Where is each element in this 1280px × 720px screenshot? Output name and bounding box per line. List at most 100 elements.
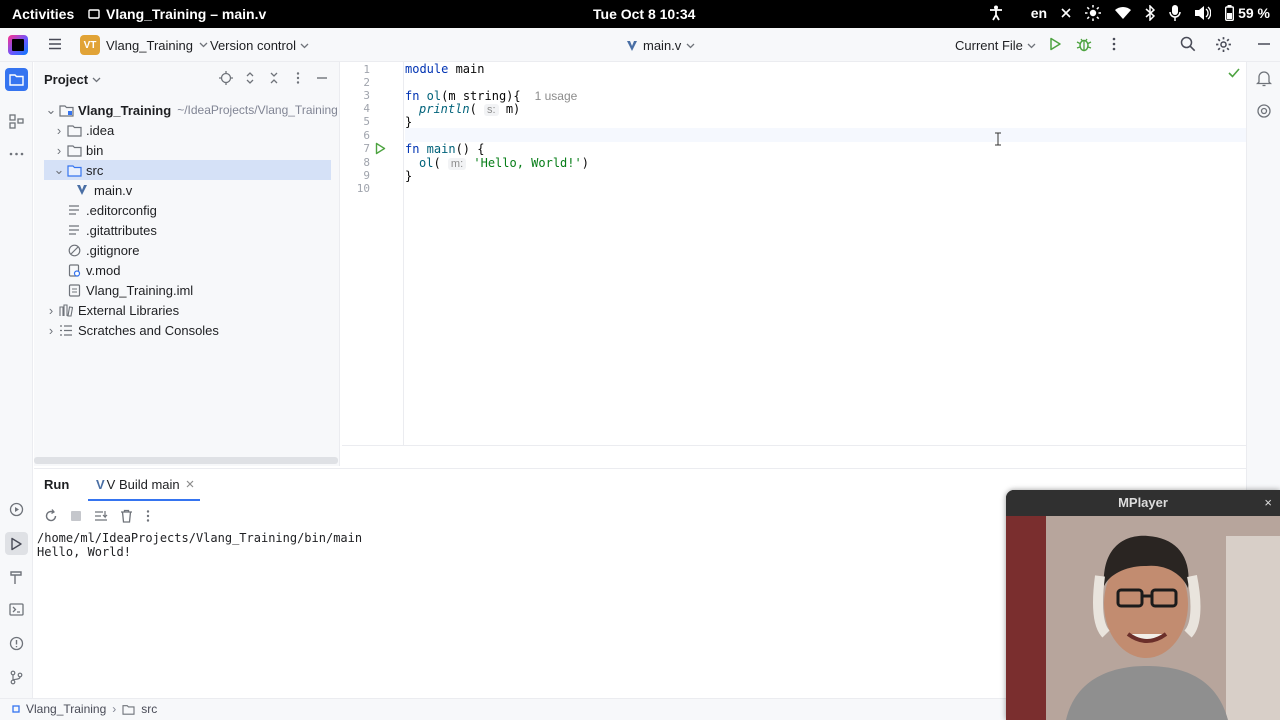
system-top-bar: Activities Vlang_Training – main.v Tue O… [0, 0, 1280, 28]
clear-trash-icon[interactable] [120, 509, 133, 523]
tree-item-label: External Libraries [78, 302, 180, 318]
version-control-widget[interactable]: Version control [210, 38, 309, 53]
system-tray[interactable]: en 59 % [989, 5, 1270, 21]
chevron-down-icon[interactable]: ⌄ [44, 102, 58, 118]
project-tool-button[interactable] [5, 68, 28, 91]
run-tab-v-build-main[interactable]: V V Build main [88, 469, 200, 501]
git-tool-button[interactable] [5, 666, 28, 689]
code-line-7: fn main() { [405, 142, 484, 156]
line-number: 1 [363, 63, 370, 76]
tree-item-gitattributes[interactable]: .gitattributes [66, 220, 157, 240]
breadcrumb-src[interactable]: src [141, 702, 157, 716]
line-number: 9 [363, 169, 370, 182]
more-vertical-icon[interactable] [291, 71, 305, 85]
run-configuration-label: Current File [955, 38, 1023, 53]
tree-item-label: bin [86, 142, 104, 158]
tree-item-label: v.mod [86, 262, 121, 278]
function-name: main [419, 142, 456, 156]
tree-item-label: .idea [86, 122, 115, 138]
search-icon[interactable] [1180, 36, 1196, 52]
code-editor[interactable]: 1 2 3 4 5 6 7 8 9 10 module main fn ol(m… [342, 62, 1246, 466]
close-icon[interactable] [1061, 8, 1071, 18]
horizontal-scrollbar[interactable] [34, 457, 338, 464]
current-file-widget[interactable]: main.v [626, 38, 695, 53]
tree-root-vlang-training[interactable]: ⌄ Vlang_Training ~/IdeaProjects/Vlang_Tr… [44, 100, 338, 120]
run-console-output[interactable]: /home/ml/IdeaProjects/Vlang_Training/bin… [37, 531, 362, 559]
run-icon[interactable] [1047, 36, 1063, 52]
more-vertical-icon[interactable] [145, 509, 151, 523]
chevron-right-icon[interactable]: › [44, 323, 58, 338]
project-widget[interactable]: VT Vlang_Training [80, 35, 208, 55]
usage-hint[interactable]: 1 usage [535, 89, 578, 103]
tree-item-src[interactable]: ⌄ src [44, 160, 331, 180]
code-line-4: println( s: m) [419, 102, 520, 116]
locate-file-icon[interactable] [219, 71, 233, 85]
code-text: ) [581, 156, 589, 170]
tree-item-v-mod[interactable]: v.mod [66, 260, 120, 280]
hide-panel-icon[interactable] [315, 71, 329, 85]
chevron-down-icon [199, 42, 208, 48]
run-configuration-selector[interactable]: Current File [955, 38, 1036, 53]
ignore-file-icon [66, 242, 82, 258]
run-panel-title: Run [44, 477, 70, 492]
terminal-tool-button[interactable] [5, 598, 28, 621]
tree-item-editorconfig[interactable]: .editorconfig [66, 200, 157, 220]
chevron-right-icon[interactable]: › [52, 143, 66, 158]
expand-all-icon[interactable] [243, 71, 257, 85]
parameter-hint: s: [484, 104, 499, 116]
mplayer-window[interactable]: MPlayer × [1006, 490, 1280, 720]
main-menu-icon[interactable] [47, 36, 63, 52]
tree-item-gitignore[interactable]: .gitignore [66, 240, 139, 260]
services-tool-button[interactable] [5, 498, 28, 521]
line-number: 5 [363, 115, 370, 128]
battery-indicator[interactable]: 59 % [1225, 5, 1270, 21]
settings-gear-icon[interactable] [1215, 36, 1232, 53]
accessibility-icon[interactable] [989, 5, 1003, 21]
editor-gutter[interactable]: 1 2 3 4 5 6 7 8 9 10 [342, 62, 404, 445]
build-tool-button[interactable] [5, 566, 28, 589]
chevron-down-icon[interactable]: ⌄ [52, 162, 66, 178]
chevron-right-icon[interactable]: › [52, 123, 66, 138]
clock[interactable]: Tue Oct 8 10:34 [593, 6, 695, 22]
no-problems-check-icon[interactable] [1228, 68, 1240, 78]
battery-percent: 59 % [1238, 5, 1270, 21]
ide-logo-icon[interactable] [8, 35, 28, 55]
stop-icon[interactable] [70, 510, 82, 522]
folder-icon [66, 122, 82, 138]
tree-item-label: Scratches and Consoles [78, 322, 219, 338]
tree-item-iml[interactable]: Vlang_Training.iml [66, 280, 193, 300]
tree-item-external-libraries[interactable]: › External Libraries [44, 300, 179, 320]
breadcrumb-project[interactable]: Vlang_Training [26, 702, 106, 716]
tree-item-scratches[interactable]: › Scratches and Consoles [44, 320, 219, 340]
iml-file-icon [66, 282, 82, 298]
line-number: 2 [363, 76, 370, 89]
line-number: 4 [363, 102, 370, 115]
project-badge: VT [80, 35, 100, 55]
chevron-right-icon[interactable]: › [44, 303, 58, 318]
scroll-to-end-icon[interactable] [94, 509, 108, 523]
project-view-selector[interactable]: Project [44, 72, 101, 87]
window-minimize-icon[interactable] [1256, 36, 1270, 52]
close-tab-icon[interactable] [186, 480, 194, 488]
notifications-bell-icon[interactable] [1256, 70, 1272, 87]
activities-button[interactable]: Activities [12, 6, 74, 22]
mplayer-close-button[interactable]: × [1264, 495, 1272, 510]
app-menu[interactable]: Vlang_Training – main.v [88, 6, 266, 22]
rerun-icon[interactable] [44, 509, 58, 523]
string-literal: 'Hello, World!' [466, 156, 582, 170]
gutter-run-icon[interactable] [374, 142, 387, 155]
debug-icon[interactable] [1076, 36, 1092, 52]
run-tool-button[interactable] [5, 532, 28, 555]
line-number: 8 [363, 156, 370, 169]
tree-item-bin[interactable]: › bin [52, 140, 104, 160]
more-vertical-icon[interactable] [1106, 36, 1122, 52]
tree-item-idea[interactable]: › .idea [52, 120, 114, 140]
collapse-all-icon[interactable] [267, 71, 281, 85]
code-line-1: module main [405, 62, 484, 76]
keyboard-layout[interactable]: en [1031, 5, 1047, 21]
more-tools-button[interactable] [5, 142, 28, 165]
tree-item-main-v[interactable]: main.v [74, 180, 132, 200]
problems-tool-button[interactable] [5, 632, 28, 655]
ai-assistant-icon[interactable] [1256, 103, 1272, 119]
structure-tool-button[interactable] [5, 110, 28, 133]
